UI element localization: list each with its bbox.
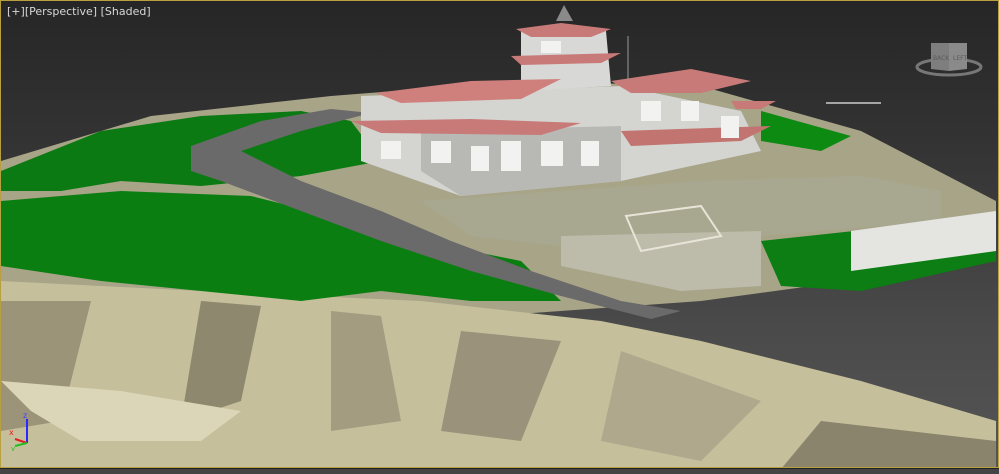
roof: [611, 69, 751, 93]
viewport-menu-button[interactable]: [+]: [7, 5, 25, 18]
perspective-viewport[interactable]: [+][Perspective] [Shaded] BACK LEFT z x …: [0, 0, 999, 468]
viewcube[interactable]: BACK LEFT: [913, 37, 985, 79]
axis-z-label: z: [23, 411, 27, 420]
3d-scene-render[interactable]: [1, 1, 999, 468]
status-bar: [0, 468, 999, 474]
viewport-label: [+][Perspective] [Shaded]: [7, 5, 151, 18]
axis-x-label: x: [9, 428, 14, 437]
viewcube-left-label: LEFT: [953, 55, 967, 62]
viewcube-back-label: BACK: [933, 55, 950, 62]
viewport-view-button[interactable]: [Perspective]: [25, 5, 97, 18]
axis-y-label: y: [11, 445, 15, 451]
viewport-shading-button[interactable]: [Shaded]: [101, 5, 151, 18]
spire: [556, 5, 573, 21]
axis-tripod-icon: z x y: [9, 411, 28, 451]
